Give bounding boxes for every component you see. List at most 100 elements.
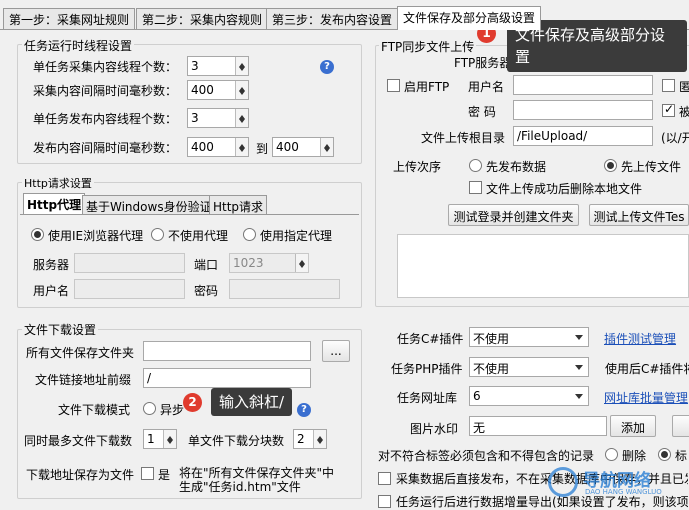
ftp-password-label: 密 码 — [468, 105, 496, 119]
watermark-label: 图片水印 — [410, 422, 459, 436]
test-upload-button[interactable]: 测试上传文件Tes — [589, 204, 689, 226]
logo-circle-icon — [548, 467, 578, 497]
order-upload-first-radio[interactable] — [604, 159, 617, 172]
proxy-password-input[interactable] — [229, 279, 340, 299]
save-folder-input[interactable] — [143, 341, 311, 361]
tab-step3[interactable]: 第三步：发布内容设置 — [266, 8, 399, 29]
collect-threads-label: 单任务采集内容线程个数： — [33, 60, 178, 74]
enable-ftp-checkbox[interactable] — [387, 79, 400, 92]
help-icon[interactable]: ? — [320, 60, 334, 74]
spin-arrows-icon[interactable] — [235, 81, 248, 99]
php-after-text: 使用后C#插件将 — [605, 362, 689, 376]
collect-interval-stepper[interactable]: 400 — [187, 80, 249, 100]
c-plugin-label: 任务C#插件 — [397, 332, 464, 346]
download-mode-label: 文件下载模式 — [58, 403, 131, 417]
save-as-file-label: 下载地址保存为文件 — [26, 468, 135, 482]
publish-threads-stepper[interactable]: 3 — [187, 108, 249, 128]
site-lib-select[interactable]: 6 — [469, 386, 589, 406]
spin-arrows-icon[interactable] — [320, 138, 333, 156]
test-login-button[interactable]: 测试登录并创建文件夹 — [448, 204, 579, 226]
subtab-divider — [20, 214, 359, 215]
upload-order-label: 上传次序 — [393, 160, 442, 174]
proxy-username-input[interactable] — [74, 279, 185, 299]
http-settings-title: Http请求设置 — [22, 175, 94, 191]
ftp-server-label: FTP服务器 — [454, 56, 512, 70]
mode-async-radio[interactable] — [143, 402, 156, 415]
ftp-settings-title: FTP同步文件上传 — [379, 38, 477, 55]
spin-arrows-icon[interactable] — [235, 109, 248, 127]
filter-delete-radio[interactable] — [605, 448, 618, 461]
proxy-password-label: 密码 — [194, 284, 219, 298]
filter-mark-label: 标 — [675, 449, 688, 463]
ftp-root-label: 文件上传根目录 — [421, 131, 506, 145]
publish-after-checkbox[interactable] — [378, 472, 391, 485]
step-badge-2: 2 — [183, 393, 202, 412]
order-upload-first-label: 先上传文件 — [621, 160, 682, 174]
subtab-http-proxy[interactable]: Http代理 — [23, 193, 86, 215]
tab-step2[interactable]: 第二步：采集内容规则 — [136, 8, 269, 29]
proxy-none-radio[interactable] — [151, 228, 164, 241]
save-as-file-check-label: 是 — [158, 468, 171, 482]
extra-button[interactable] — [672, 415, 689, 437]
site-lib-link[interactable]: 网址库批量管理 — [604, 389, 688, 406]
php-plugin-select[interactable]: 不使用 — [469, 357, 589, 377]
tooltip-2: 输入斜杠/ — [211, 388, 293, 416]
proxy-custom-radio[interactable] — [243, 228, 256, 241]
thread-settings-title: 任务运行时线程设置 — [22, 37, 135, 54]
proxy-ie-radio[interactable] — [31, 228, 44, 241]
save-as-file-desc2: 生成"任务id.htm"文件 — [179, 480, 301, 494]
subtab-windows-auth[interactable]: 基于Windows身份验证 — [82, 195, 216, 215]
publish-threads-label: 单任务发布内容线程个数： — [33, 112, 178, 126]
save-as-file-checkbox[interactable] — [141, 467, 154, 480]
ftp-log-area[interactable] — [397, 234, 689, 298]
proxy-none-label: 不使用代理 — [168, 229, 229, 243]
tooltip-1-line2: 置 — [515, 48, 531, 66]
watermark-input[interactable]: 无 — [469, 416, 607, 436]
plugin-test-link[interactable]: 插件测试管理 — [604, 330, 676, 347]
c-plugin-select[interactable]: 不使用 — [469, 327, 589, 347]
add-watermark-button[interactable]: 添加 — [610, 415, 656, 437]
php-plugin-label: 任务PHP插件 — [391, 362, 463, 376]
spin-arrows-icon[interactable] — [235, 57, 248, 75]
chunks-stepper[interactable]: 2 — [293, 429, 327, 449]
proxy-server-input[interactable] — [74, 253, 185, 273]
link-prefix-label: 文件链接地址前缀 — [35, 373, 132, 387]
proxy-custom-label: 使用指定代理 — [260, 229, 333, 243]
collect-interval-label: 采集内容间隔时间毫秒数： — [33, 84, 178, 98]
delete-local-checkbox[interactable] — [469, 181, 482, 194]
collect-threads-stepper[interactable]: 3 — [187, 56, 249, 76]
tab-step1[interactable]: 第一步：采集网址规则 — [3, 8, 136, 29]
proxy-username-label: 用户名 — [33, 284, 70, 298]
save-folder-label: 所有文件保存文件夹 — [26, 346, 135, 360]
proxy-ie-label: 使用IE浏览器代理 — [48, 229, 144, 243]
order-publish-first-radio[interactable] — [469, 159, 482, 172]
proxy-port-stepper[interactable]: 1023 — [229, 253, 309, 273]
publish-interval-label: 发布内容间隔时间毫秒数： — [33, 141, 178, 155]
anonymous-checkbox[interactable] — [662, 79, 675, 92]
ftp-username-input[interactable] — [513, 75, 653, 95]
spin-arrows-icon[interactable] — [313, 430, 326, 448]
link-prefix-input[interactable]: / — [143, 368, 311, 388]
filter-mark-radio[interactable] — [658, 448, 671, 461]
passive-label: 被 — [679, 105, 689, 119]
ftp-password-input[interactable] — [513, 100, 653, 120]
export-checkbox[interactable] — [378, 495, 391, 508]
ftp-root-input[interactable]: /FileUpload/ — [513, 126, 653, 146]
proxy-server-label: 服务器 — [33, 258, 70, 272]
help-icon[interactable]: ? — [297, 403, 311, 417]
delete-local-label: 文件上传成功后删除本地文件 — [486, 182, 643, 196]
subtab-http-request[interactable]: Http请求 — [209, 195, 268, 215]
publish-interval-from-stepper[interactable]: 400 — [187, 137, 249, 157]
tab-file-save-advanced[interactable]: 文件保存及部分高级设置 — [397, 6, 542, 30]
publish-interval-to-stepper[interactable]: 400 — [272, 137, 334, 157]
browse-button[interactable]: ... — [322, 340, 350, 362]
filter-label: 对不符合标签必须包含和不得包含的记录 — [378, 449, 595, 463]
chunks-label: 单文件下载分块数 — [188, 434, 285, 448]
spin-arrows-icon[interactable] — [235, 138, 248, 156]
download-settings-title: 文件下载设置 — [22, 321, 99, 338]
spin-arrows-icon[interactable] — [295, 254, 308, 272]
spin-arrows-icon[interactable] — [163, 430, 176, 448]
max-files-stepper[interactable]: 1 — [143, 429, 177, 449]
enable-ftp-label: 启用FTP — [404, 80, 450, 94]
passive-checkbox[interactable] — [662, 102, 675, 117]
